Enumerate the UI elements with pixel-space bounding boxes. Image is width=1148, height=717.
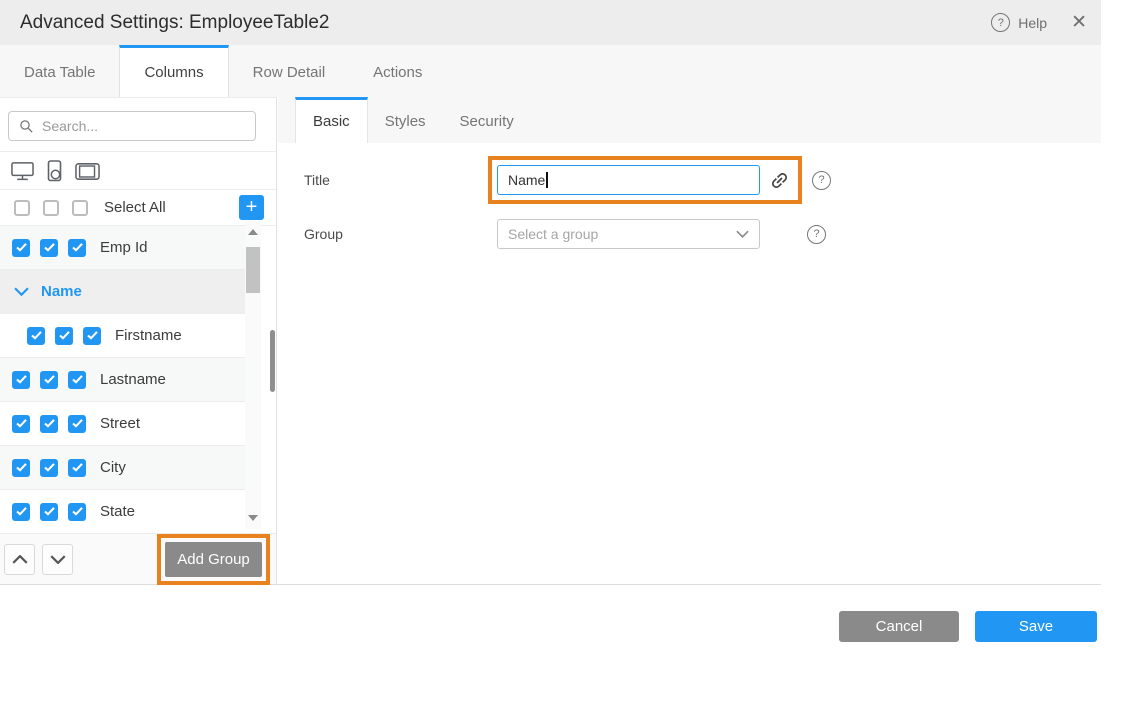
add-group-button[interactable]: Add Group — [165, 542, 262, 577]
checkbox[interactable] — [12, 459, 30, 477]
add-column-button[interactable]: + — [239, 195, 264, 220]
columns-sidebar: Search... Select All + — [0, 97, 277, 584]
select-all-label: Select All — [104, 199, 166, 216]
search-icon — [19, 119, 34, 134]
title-field-row: Title Name ? — [304, 156, 1101, 204]
group-select[interactable]: Select a group — [497, 219, 760, 249]
tab-basic[interactable]: Basic — [295, 97, 368, 143]
phone-icon[interactable] — [45, 160, 64, 182]
group-label: Name — [41, 283, 82, 300]
column-label: Firstname — [115, 327, 182, 344]
main-tab-bar: Data Table Columns Row Detail Actions — [0, 45, 1101, 97]
select-all-checkbox-web[interactable] — [14, 200, 30, 216]
search-section: Search... — [0, 98, 276, 152]
checkbox[interactable] — [12, 239, 30, 257]
checkbox[interactable] — [40, 239, 58, 257]
page-title: Advanced Settings: EmployeeTable2 — [20, 12, 991, 34]
checkbox[interactable] — [27, 327, 45, 345]
chevron-down-icon — [50, 555, 66, 564]
list-item-city[interactable]: City — [0, 446, 245, 490]
checkbox[interactable] — [12, 415, 30, 433]
list-item-state[interactable]: State — [0, 490, 245, 534]
column-label: State — [100, 503, 135, 520]
checkbox[interactable] — [68, 371, 86, 389]
tab-styles[interactable]: Styles — [368, 97, 443, 143]
dialog-header: Advanced Settings: EmployeeTable2 ? Help… — [0, 0, 1101, 45]
group-field-label: Group — [304, 226, 497, 242]
help-icon[interactable]: ? — [991, 13, 1010, 32]
tab-columns[interactable]: Columns — [119, 45, 228, 97]
title-input[interactable]: Name — [497, 165, 760, 195]
list-item-firstname[interactable]: Firstname — [0, 314, 245, 358]
sidebar-footer: Add Group — [0, 533, 276, 584]
list-scrollbar[interactable] — [245, 221, 261, 529]
close-icon[interactable]: ✕ — [1071, 13, 1087, 32]
move-up-button[interactable] — [4, 544, 35, 575]
device-toggle-row — [0, 152, 276, 190]
column-detail-panel: Basic Styles Security Title Name ? — [278, 97, 1101, 584]
tab-data-table[interactable]: Data Table — [0, 45, 119, 97]
dialog-footer: Cancel Save — [0, 585, 1101, 642]
checkbox[interactable] — [12, 503, 30, 521]
search-placeholder: Search... — [42, 118, 98, 134]
select-all-checkbox-tablet[interactable] — [72, 200, 88, 216]
column-label: Emp Id — [100, 239, 148, 256]
scrollbar-thumb[interactable] — [246, 247, 260, 293]
header-actions: ? Help ✕ — [991, 13, 1087, 32]
cancel-button[interactable]: Cancel — [839, 611, 959, 642]
checkbox[interactable] — [68, 459, 86, 477]
checkbox[interactable] — [68, 239, 86, 257]
scroll-down-arrow-icon[interactable] — [248, 515, 258, 521]
checkbox[interactable] — [12, 371, 30, 389]
tab-actions[interactable]: Actions — [349, 45, 446, 97]
title-field-label: Title — [304, 172, 497, 188]
chevron-up-icon — [12, 555, 28, 564]
group-help-icon[interactable]: ? — [807, 225, 826, 244]
annotation-highlight-add-group: Add Group — [157, 534, 270, 585]
column-list: Emp Id Name Firstname Lastname — [0, 226, 276, 534]
column-label: Street — [100, 415, 140, 432]
desktop-icon[interactable] — [11, 161, 34, 182]
checkbox[interactable] — [55, 327, 73, 345]
link-icon[interactable] — [769, 170, 790, 191]
tab-row-detail[interactable]: Row Detail — [229, 45, 350, 97]
annotation-highlight-title: Name — [488, 156, 802, 204]
move-down-button[interactable] — [42, 544, 73, 575]
column-label: Lastname — [100, 371, 166, 388]
checkbox[interactable] — [68, 415, 86, 433]
save-button[interactable]: Save — [975, 611, 1097, 642]
checkbox[interactable] — [40, 415, 58, 433]
help-link[interactable]: Help — [1018, 15, 1047, 31]
chevron-down-icon[interactable] — [14, 287, 29, 296]
list-item-lastname[interactable]: Lastname — [0, 358, 245, 402]
text-caret — [546, 172, 548, 188]
scroll-up-arrow-icon[interactable] — [248, 229, 258, 235]
plus-icon: + — [246, 196, 258, 219]
detail-tab-bar: Basic Styles Security — [278, 97, 1101, 143]
chevron-down-icon — [736, 230, 749, 238]
select-all-row: Select All + — [0, 190, 276, 226]
list-item-street[interactable]: Street — [0, 402, 245, 446]
checkbox[interactable] — [40, 371, 58, 389]
checkbox[interactable] — [83, 327, 101, 345]
panel-scrollbar-thumb[interactable] — [270, 330, 275, 392]
tablet-icon[interactable] — [75, 162, 100, 181]
checkbox[interactable] — [40, 503, 58, 521]
group-field-row: Group Select a group ? — [304, 219, 1101, 249]
basic-tab-content: Title Name ? Group Select a group — [278, 143, 1101, 249]
columns-panel: Search... Select All + — [0, 97, 1101, 585]
search-input[interactable]: Search... — [8, 111, 256, 141]
title-help-icon[interactable]: ? — [812, 171, 831, 190]
tab-security[interactable]: Security — [443, 97, 531, 143]
checkbox[interactable] — [68, 503, 86, 521]
title-input-value: Name — [508, 172, 545, 188]
advanced-settings-dialog: Advanced Settings: EmployeeTable2 ? Help… — [0, 0, 1101, 642]
list-group-name[interactable]: Name — [0, 270, 245, 314]
group-select-placeholder: Select a group — [508, 226, 598, 242]
checkbox[interactable] — [40, 459, 58, 477]
column-label: City — [100, 459, 126, 476]
select-all-checkbox-phone[interactable] — [43, 200, 59, 216]
list-item-emp-id[interactable]: Emp Id — [0, 226, 245, 270]
